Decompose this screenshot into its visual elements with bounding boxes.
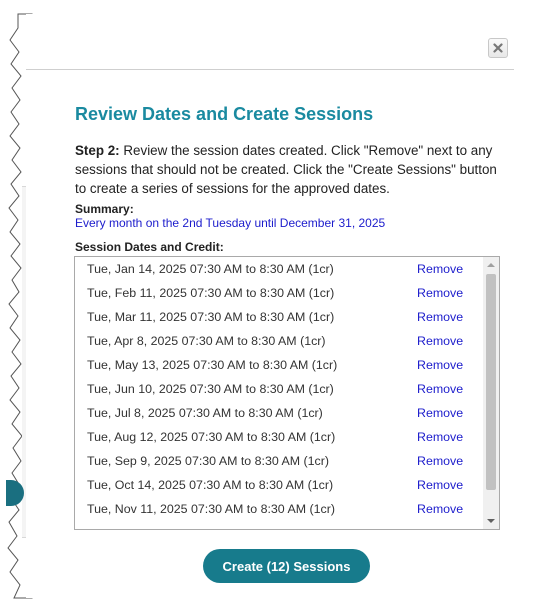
session-date: Tue, Jun 10, 2025 07:30 AM to 8:30 AM (1… <box>87 382 334 396</box>
session-row: Tue, Jul 8, 2025 07:30 AM to 8:30 AM (1c… <box>75 401 483 425</box>
session-row: Tue, Jun 10, 2025 07:30 AM to 8:30 AM (1… <box>75 377 483 401</box>
session-date: Tue, Mar 11, 2025 07:30 AM to 8:30 AM (1… <box>87 310 335 324</box>
close-icon <box>493 43 503 53</box>
session-row: Tue, Oct 14, 2025 07:30 AM to 8:30 AM (1… <box>75 473 483 497</box>
session-date: Tue, May 13, 2025 07:30 AM to 8:30 AM (1… <box>87 358 338 372</box>
summary-value: Every month on the 2nd Tuesday until Dec… <box>75 216 386 230</box>
session-list[interactable]: Tue, Jan 14, 2025 07:30 AM to 8:30 AM (1… <box>74 256 500 530</box>
session-row: Tue, Sep 9, 2025 07:30 AM to 8:30 AM (1c… <box>75 449 483 473</box>
remove-link[interactable]: Remove <box>417 358 463 372</box>
remove-link[interactable]: Remove <box>417 382 463 396</box>
session-date: Tue, Apr 8, 2025 07:30 AM to 8:30 AM (1c… <box>87 334 326 348</box>
session-row: Tue, Jan 14, 2025 07:30 AM to 8:30 AM (1… <box>75 257 483 281</box>
session-row: Tue, Feb 11, 2025 07:30 AM to 8:30 AM (1… <box>75 281 483 305</box>
chevron-down-icon <box>487 519 495 523</box>
session-row: Tue, Apr 8, 2025 07:30 AM to 8:30 AM (1c… <box>75 329 483 353</box>
session-date: Tue, Jan 14, 2025 07:30 AM to 8:30 AM (1… <box>87 262 334 276</box>
session-row: Tue, Aug 12, 2025 07:30 AM to 8:30 AM (1… <box>75 425 483 449</box>
remove-link[interactable]: Remove <box>417 430 463 444</box>
remove-link[interactable]: Remove <box>417 454 463 468</box>
dialog-title: Review Dates and Create Sessions <box>75 104 374 124</box>
scroll-up-button[interactable] <box>483 257 499 273</box>
session-row: Tue, Nov 11, 2025 07:30 AM to 8:30 AM (1… <box>75 497 483 521</box>
session-row: Tue, Mar 11, 2025 07:30 AM to 8:30 AM (1… <box>75 305 483 329</box>
step-instructions: Step 2: Review the session dates created… <box>75 141 505 198</box>
remove-link[interactable]: Remove <box>417 406 463 420</box>
session-date: Tue, Oct 14, 2025 07:30 AM to 8:30 AM (1… <box>87 478 334 492</box>
remove-link[interactable]: Remove <box>417 262 463 276</box>
step-label: Step 2: <box>75 143 120 158</box>
session-date: Tue, Jul 8, 2025 07:30 AM to 8:30 AM (1c… <box>87 406 323 420</box>
remove-link[interactable]: Remove <box>417 502 463 516</box>
summary-label: Summary: <box>75 202 134 216</box>
scroll-thumb[interactable] <box>486 274 496 490</box>
sessions-label: Session Dates and Credit: <box>75 240 224 254</box>
chevron-up-icon <box>487 263 495 267</box>
create-sessions-button[interactable]: Create (12) Sessions <box>203 549 370 583</box>
remove-link[interactable]: Remove <box>417 310 463 324</box>
session-list-rows: Tue, Jan 14, 2025 07:30 AM to 8:30 AM (1… <box>75 257 483 521</box>
session-date: Tue, Sep 9, 2025 07:30 AM to 8:30 AM (1c… <box>87 454 329 468</box>
create-sessions-dialog: Review Dates and Create Sessions Step 2:… <box>26 14 536 598</box>
session-row: Tue, May 13, 2025 07:30 AM to 8:30 AM (1… <box>75 353 483 377</box>
session-list-scrollbar[interactable] <box>483 257 499 529</box>
close-button[interactable] <box>488 38 508 58</box>
header-divider <box>26 69 514 70</box>
scroll-down-button[interactable] <box>483 513 499 529</box>
remove-link[interactable]: Remove <box>417 286 463 300</box>
remove-link[interactable]: Remove <box>417 334 463 348</box>
session-date: Tue, Feb 11, 2025 07:30 AM to 8:30 AM (1… <box>87 286 335 300</box>
session-date: Tue, Nov 11, 2025 07:30 AM to 8:30 AM (1… <box>87 502 335 516</box>
step-text: Review the session dates created. Click … <box>75 143 497 196</box>
session-date: Tue, Aug 12, 2025 07:30 AM to 8:30 AM (1… <box>87 430 336 444</box>
remove-link[interactable]: Remove <box>417 478 463 492</box>
